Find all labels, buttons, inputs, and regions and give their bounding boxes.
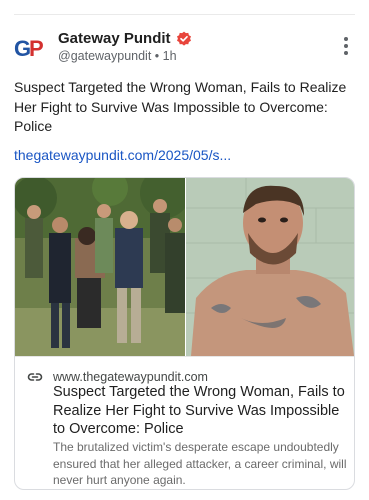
account-avatar[interactable]: G P — [14, 34, 46, 62]
more-options-button[interactable] — [341, 37, 351, 57]
account-name[interactable]: Gateway Pundit — [58, 30, 171, 47]
gp-logo-icon: G P — [14, 36, 44, 61]
account-meta: @gatewaypundit • 1h — [58, 49, 177, 63]
top-divider — [14, 14, 355, 15]
post-header: G P Gateway Pundit @gatewaypundit • 1h — [14, 28, 355, 68]
suspect-photo-image — [186, 178, 354, 356]
card-image-row[interactable] — [15, 178, 354, 356]
more-vertical-icon — [344, 37, 348, 41]
svg-text:P: P — [29, 36, 44, 61]
verified-badge-icon — [176, 31, 192, 47]
meta-separator: • — [154, 49, 160, 63]
link-preview-card[interactable]: www.thegatewaypundit.com Suspect Targete… — [14, 177, 355, 490]
arrest-scene-image — [15, 178, 185, 356]
post-text: Suspect Targeted the Wrong Woman, Fails … — [14, 79, 347, 134]
post-time: 1h — [162, 49, 177, 63]
card-description: The brutalized victim's desperate escape… — [53, 440, 347, 487]
post-link[interactable]: thegatewaypundit.com/2025/05/s... — [14, 147, 231, 163]
account-name-row: Gateway Pundit — [58, 30, 192, 47]
card-domain: www.thegatewaypundit.com — [53, 370, 208, 384]
link-icon — [27, 369, 43, 385]
card-body[interactable]: www.thegatewaypundit.com Suspect Targete… — [15, 356, 354, 489]
account-handle: @gatewaypundit — [58, 49, 152, 63]
card-title[interactable]: Suspect Targeted the Wrong Woman, Fails … — [53, 383, 348, 439]
